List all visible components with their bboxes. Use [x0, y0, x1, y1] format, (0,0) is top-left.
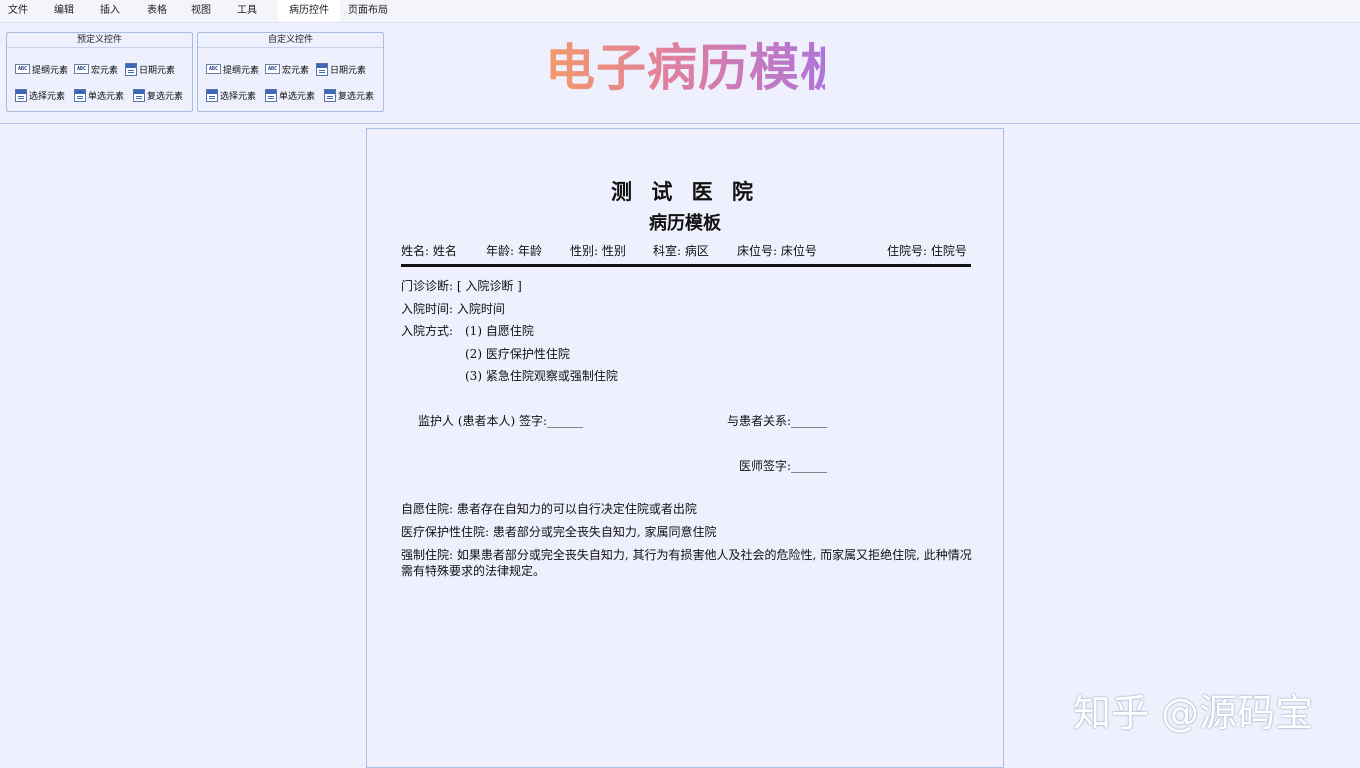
abc-field-icon: ABC: [74, 64, 89, 74]
menu-view[interactable]: 视图: [186, 0, 216, 22]
menu-table[interactable]: 表格: [128, 0, 186, 22]
checkbox-element-button[interactable]: 复选元素: [324, 87, 374, 103]
note-compulsory: 强制住院: 如果患者部分或完全丧失自知力, 其行为有损害他人及社会的危险性, 而…: [401, 548, 972, 578]
bed-number-field[interactable]: 床位号: 床位号: [737, 242, 817, 259]
hospital-title: 测 试 医 院: [611, 179, 759, 204]
menu-file[interactable]: 文件: [0, 0, 36, 22]
admission-time-field[interactable]: 入院时间: 入院时间: [401, 300, 505, 317]
outline-element-button[interactable]: ABC 提纲元素: [15, 61, 68, 77]
custom-controls-group: 自定义控件 ABC 提纲元素 ABC 宏元素 日期元素 选择元素 单选元素 复选…: [197, 32, 384, 112]
admission-option[interactable]: (1) 自愿住院: [465, 322, 534, 339]
admission-option[interactable]: (2) 医疗保护性住院: [465, 345, 570, 362]
control-label: 宏元素: [91, 65, 119, 76]
date-field-icon: [316, 62, 328, 76]
document-subtitle: 病历模板: [649, 213, 721, 234]
outline-element-button[interactable]: ABC 提纲元素: [206, 61, 259, 77]
note-voluntary: 自愿住院: 患者存在自知力的可以自行决定住院或者出院: [401, 502, 697, 516]
header-divider: [401, 264, 971, 267]
date-element-button[interactable]: 日期元素: [125, 61, 175, 77]
control-label: 宏元素: [282, 65, 310, 76]
patient-gender-field[interactable]: 性别: 性别: [570, 242, 626, 259]
menu-bar: 文件 编辑 插入 表格 视图 工具 病历控件 页面布局: [0, 0, 1360, 23]
control-label: 提纲元素: [32, 65, 69, 76]
group-title: 自定义控件: [198, 33, 383, 48]
admission-option[interactable]: (3) 紧急住院观察或强制住院: [465, 367, 618, 384]
select-field-icon: [206, 88, 218, 102]
control-label: 复选元素: [338, 91, 375, 102]
admission-number-field[interactable]: 住院号: 住院号: [887, 242, 967, 259]
emr-template-banner: 电子病历模板: [545, 39, 851, 97]
checkbox-field-icon: [324, 88, 336, 102]
menu-page-layout[interactable]: 页面布局: [340, 0, 396, 22]
radio-element-button[interactable]: 单选元素: [74, 87, 124, 103]
date-field-icon: [125, 62, 137, 76]
macro-element-button[interactable]: ABC 宏元素: [265, 61, 309, 77]
select-field-icon: [15, 88, 27, 102]
select-element-button[interactable]: 选择元素: [206, 87, 256, 103]
checkbox-element-button[interactable]: 复选元素: [133, 87, 183, 103]
menu-tools[interactable]: 工具: [216, 0, 278, 22]
abc-field-icon: ABC: [206, 64, 221, 74]
menu-emr-controls[interactable]: 病历控件: [278, 0, 340, 22]
doctor-signature-field[interactable]: 医师签字:______: [739, 457, 827, 474]
control-label: 选择元素: [220, 91, 257, 102]
menu-insert[interactable]: 插入: [92, 0, 128, 22]
select-element-button[interactable]: 选择元素: [15, 87, 65, 103]
radio-element-button[interactable]: 单选元素: [265, 87, 315, 103]
admission-mode-label: 入院方式:: [401, 324, 454, 338]
control-label: 单选元素: [279, 91, 316, 102]
patient-info-row: 姓名: 姓名 年龄: 年龄 性别: 性别 科室: 病区 床位号: 床位号 住院号…: [401, 242, 971, 262]
patient-age-field[interactable]: 年龄: 年龄: [486, 242, 542, 259]
note-protective: 医疗保护性住院: 患者部分或完全丧失自知力, 家属同意住院: [401, 525, 717, 539]
date-element-button[interactable]: 日期元素: [316, 61, 366, 77]
abc-field-icon: ABC: [265, 64, 280, 74]
control-label: 选择元素: [29, 91, 66, 102]
predefined-controls-group: 预定义控件 ABC 提纲元素 ABC 宏元素 日期元素 选择元素 单选元素 复选…: [6, 32, 193, 112]
control-label: 日期元素: [139, 65, 176, 76]
control-label: 单选元素: [88, 91, 125, 102]
document-page[interactable]: 测 试 医 院 病历模板 姓名: 姓名 年龄: 年龄 性别: 性别 科室: 病区…: [366, 128, 1004, 768]
department-field[interactable]: 科室: 病区: [653, 242, 709, 259]
abc-field-icon: ABC: [15, 64, 30, 74]
radio-field-icon: [74, 88, 86, 102]
watermark: 知乎 @源码宝: [1073, 691, 1314, 735]
guardian-signature-field[interactable]: 监护人 (患者本人) 签字:______: [418, 412, 583, 429]
relationship-field[interactable]: 与患者关系:______: [727, 412, 827, 429]
menu-edit[interactable]: 编辑: [36, 0, 92, 22]
control-label: 复选元素: [147, 91, 184, 102]
checkbox-field-icon: [133, 88, 145, 102]
group-title: 预定义控件: [7, 33, 192, 48]
control-label: 日期元素: [330, 65, 367, 76]
outpatient-diagnosis-field[interactable]: 门诊诊断: [ 入院诊断 ]: [401, 277, 522, 294]
patient-name-field[interactable]: 姓名: 姓名: [401, 242, 457, 259]
radio-field-icon: [265, 88, 277, 102]
control-label: 提纲元素: [223, 65, 260, 76]
macro-element-button[interactable]: ABC 宏元素: [74, 61, 118, 77]
